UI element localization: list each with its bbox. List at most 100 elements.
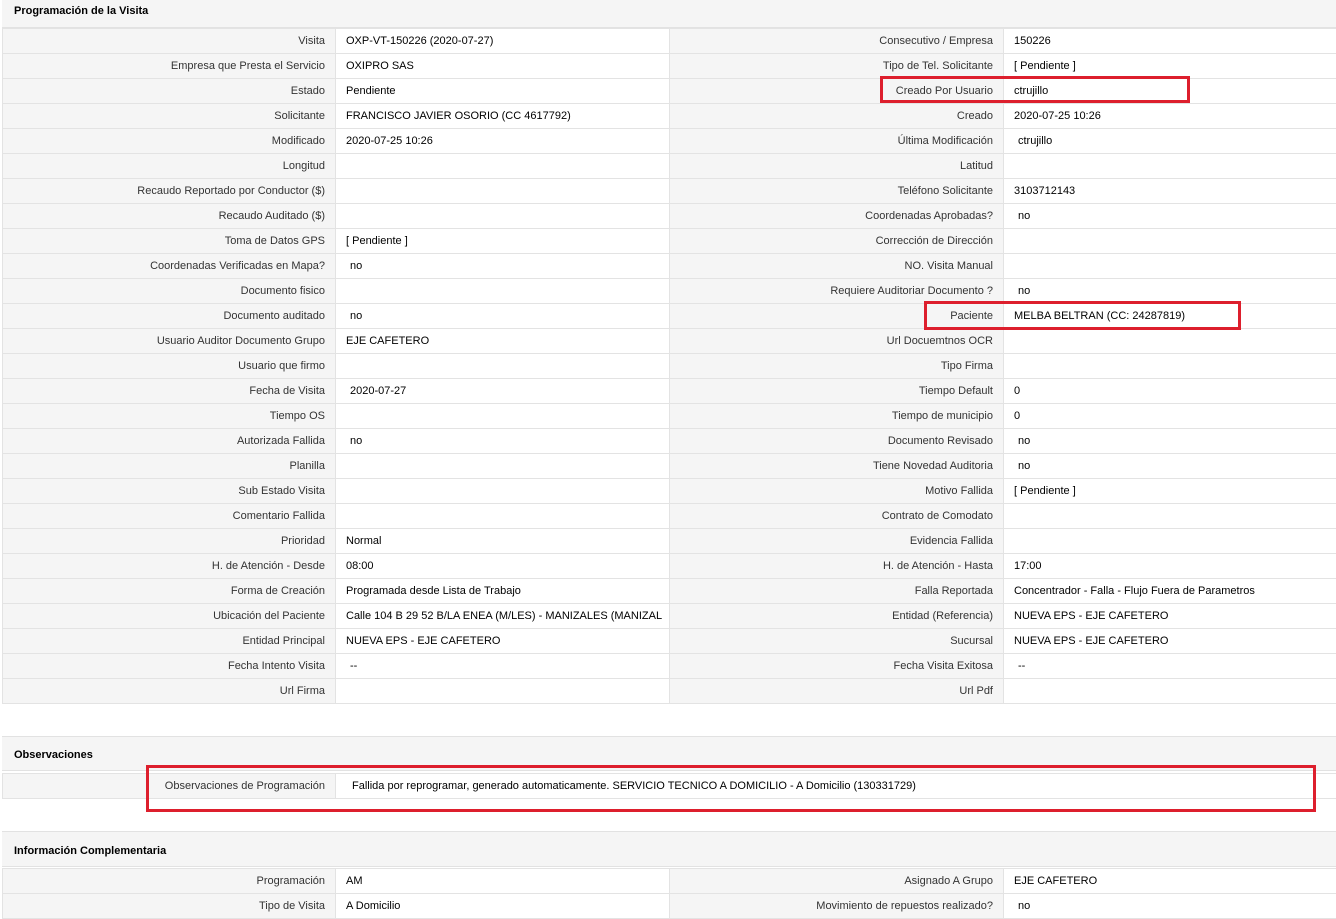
field-label: H. de Atención - Hasta [670,554,1004,579]
field-value: NUEVA EPS - EJE CAFETERO [1004,604,1336,629]
table-row: Sub Estado Visita Motivo Fallida[ Pendien… [3,479,1336,504]
field-label: Fecha de Visita [3,379,336,404]
field-label: Ubicación del Paciente [3,604,336,629]
field-label: Sub Estado Visita [3,479,336,504]
section-header-programacion: Programación de la Visita [2,0,1336,28]
field-value [1004,529,1336,554]
field-value: no [1004,454,1336,479]
field-value: [ Pendiente ] [1004,479,1336,504]
field-label: Comentario Fallida [3,504,336,529]
field-label: Solicitante [3,104,336,129]
field-value [336,279,670,304]
field-value: Normal [336,529,670,554]
table-row: EstadoPendienteCreado Por Usuarioctrujil… [3,79,1336,104]
field-label: Autorizada Fallida [3,429,336,454]
field-value [336,504,670,529]
field-label: Toma de Datos GPS [3,229,336,254]
observaciones-label: Observaciones de Programación [3,774,336,799]
field-label: Visita [3,29,336,54]
section-header-observaciones: Observaciones [2,736,1336,771]
field-label: Entidad (Referencia) [670,604,1004,629]
section-header-complementaria: Información Complementaria [2,831,1336,867]
field-value [1004,679,1336,704]
field-value [1004,354,1336,379]
field-value [336,454,670,479]
field-value: 2020-07-27 [336,379,670,404]
field-value [336,404,670,429]
field-label: Consecutivo / Empresa [670,29,1004,54]
field-value: Programada desde Lista de Trabajo [336,579,670,604]
table-row: Url FirmaUrl Pdf [3,679,1336,704]
table-row: Empresa que Presta el ServicioOXIPRO SAS… [3,54,1336,79]
field-value: [ Pendiente ] [336,229,670,254]
field-value: 3103712143 [1004,179,1336,204]
table-row: Autorizada FallidanoDocumento Revisadono [3,429,1336,454]
table-row: Recaudo Reportado por Conductor ($)Teléf… [3,179,1336,204]
field-label: Tiene Novedad Auditoria [670,454,1004,479]
field-value: ctrujillo [1004,79,1336,104]
table-row: Fecha Intento Visita--Fecha Visita Exito… [3,654,1336,679]
field-value: A Domicilio [336,894,670,919]
section-title-observaciones: Observaciones [14,749,93,761]
field-value: OXIPRO SAS [336,54,670,79]
field-value [1004,504,1336,529]
field-value: 0 [1004,379,1336,404]
field-label: Usuario Auditor Documento Grupo [3,329,336,354]
table-row: Recaudo Auditado ($)Coordenadas Aprobada… [3,204,1336,229]
field-value: no [336,304,670,329]
field-value [336,479,670,504]
field-label: Tiempo OS [3,404,336,429]
table-row: Modificado2020-07-25 10:26Última Modific… [3,129,1336,154]
field-value [336,204,670,229]
field-label: Longitud [3,154,336,179]
table-row: Entidad PrincipalNUEVA EPS - EJE CAFETER… [3,629,1336,654]
table-row: PrioridadNormalEvidencia Fallida [3,529,1336,554]
field-value [1004,329,1336,354]
table-row: SolicitanteFRANCISCO JAVIER OSORIO (CC 4… [3,104,1336,129]
table-row: Comentario FallidaContrato de Comodato [3,504,1336,529]
field-value: Calle 104 B 29 52 B/LA ENEA (M/LES) - MA… [336,604,670,629]
field-label: Estado [3,79,336,104]
field-label: Tipo Firma [670,354,1004,379]
field-value [1004,254,1336,279]
field-label: Requiere Auditoriar Documento ? [670,279,1004,304]
table-row: Forma de CreaciónProgramada desde Lista … [3,579,1336,604]
table-row: Toma de Datos GPS[ Pendiente ]Corrección… [3,229,1336,254]
section-title-programacion: Programación de la Visita [14,5,148,17]
table-row: Coordenadas Verificadas en Mapa?noNO. Vi… [3,254,1336,279]
field-label: Falla Reportada [670,579,1004,604]
field-value: 2020-07-25 10:26 [1004,104,1336,129]
field-label: Documento fisico [3,279,336,304]
table-row: Longitud Latitud [3,154,1336,179]
field-label: Forma de Creación [3,579,336,604]
field-label: Fecha Intento Visita [3,654,336,679]
field-label: NO. Visita Manual [670,254,1004,279]
field-value: 2020-07-25 10:26 [336,129,670,154]
table-row: Documento auditadonoPacienteMELBA BELTRA… [3,304,1336,329]
field-label: Motivo Fallida [670,479,1004,504]
field-value: EJE CAFETERO [336,329,670,354]
field-label: Sucursal [670,629,1004,654]
field-label: Creado Por Usuario [670,79,1004,104]
field-value [1004,229,1336,254]
field-value: Pendiente [336,79,670,104]
table-row: VisitaOXP-VT-150226 (2020-07-27)Consecut… [3,29,1336,54]
field-label: Prioridad [3,529,336,554]
field-label: Asignado A Grupo [670,869,1004,894]
field-label: Evidencia Fallida [670,529,1004,554]
field-label: Latitud [670,154,1004,179]
observaciones-row: Observaciones de Programación Fallida po… [3,774,1336,799]
field-label: Url Firma [3,679,336,704]
field-label: Empresa que Presta el Servicio [3,54,336,79]
field-label: Coordenadas Verificadas en Mapa? [3,254,336,279]
field-label: Coordenadas Aprobadas? [670,204,1004,229]
field-value: 08:00 [336,554,670,579]
field-label: Tiempo Default [670,379,1004,404]
field-value: ctrujillo [1004,129,1336,154]
field-label: Url Docuemtnos OCR [670,329,1004,354]
table-row: Fecha de Visita2020-07-27Tiempo Default0 [3,379,1336,404]
field-value: no [1004,429,1336,454]
field-value: [ Pendiente ] [1004,54,1336,79]
field-value: no [336,254,670,279]
table-row: ProgramaciónAMAsignado A GrupoEJE CAFETE… [3,869,1336,894]
